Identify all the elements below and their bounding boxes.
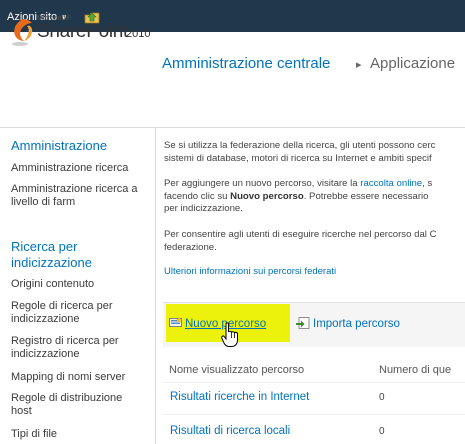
breadcrumb-application[interactable]: Applicazione — [370, 55, 455, 72]
add-location-paragraph: Per aggiungere un nuovo percorso, visita… — [164, 178, 465, 216]
table-row-count: 0 — [379, 392, 385, 403]
para-text: , s — [422, 178, 433, 189]
main-divider — [155, 127, 465, 128]
import-location-icon[interactable] — [296, 317, 310, 329]
intro-paragraph: Se si utilizza la federazione della rice… — [164, 140, 465, 165]
table-divider — [163, 414, 465, 415]
nav-item-search-admin[interactable]: Amministrazione ricerca — [11, 162, 151, 175]
logo-product-text: SharePoint — [37, 21, 129, 42]
nav-heading-crawling[interactable]: Ricerca per indicizzazione — [11, 239, 131, 271]
nav-item-file-types[interactable]: Tipi di file — [11, 428, 151, 441]
vertical-divider — [155, 127, 156, 444]
add-location-line-2: facendo clic su Nuovo percorso. Potrebbe… — [164, 191, 465, 204]
nav-heading-admin[interactable]: Amministrazione — [11, 138, 107, 154]
sharepoint-logo: Microsoft® SharePoint 2010 — [10, 15, 160, 55]
intro-line: Se si utilizza la federazione della rice… — [164, 140, 436, 151]
column-header-display-name[interactable]: Nome visualizzato percorso — [169, 364, 304, 376]
nav-item-host-distribution-rules[interactable]: Regole di distribuzione host — [11, 392, 141, 418]
more-info-link[interactable]: Ulteriori informazioni sui percorsi fede… — [164, 266, 336, 277]
breadcrumb-separator-icon: ▸ — [356, 59, 362, 71]
nav-item-crawl-log[interactable]: Registro di ricerca per indicizzazione — [11, 335, 146, 361]
hand-cursor-icon — [221, 322, 238, 347]
add-location-line-3: per indicizzazione. — [164, 203, 243, 214]
logo-version-text: 2010 — [126, 28, 151, 40]
para-bold-text: Nuovo percorso — [230, 190, 304, 202]
add-location-line-1: Per aggiungere un nuovo percorso, visita… — [164, 178, 465, 191]
table-row-name[interactable]: Risultati di ricerca locali — [170, 425, 290, 437]
para-text: Per aggiungere un nuovo percorso, visita… — [164, 178, 361, 189]
online-gallery-link[interactable]: raccolta online — [360, 178, 422, 189]
nav-item-server-name-mappings[interactable]: Mapping di nomi server — [11, 371, 151, 384]
nav-item-content-sources[interactable]: Origini contenuto — [11, 278, 151, 291]
enable-line: Per consentire agli utenti di eseguire r… — [164, 229, 437, 240]
para-text: facendo clic su — [164, 190, 231, 202]
para-text: . Potrebbe essere necessario — [303, 190, 429, 202]
nav-item-crawl-rules[interactable]: Regole di ricerca per indicizzazione — [11, 300, 136, 326]
new-location-icon[interactable] — [169, 317, 183, 328]
intro-line: sistemi di database, motori di ricerca s… — [164, 152, 432, 164]
enable-search-paragraph: Per consentire agli utenti di eseguire r… — [164, 229, 465, 254]
nav-item-farm-search-admin[interactable]: Amministrazione ricerca a livello di far… — [11, 183, 151, 209]
enable-line: federazione. — [164, 241, 217, 253]
table-divider — [163, 382, 465, 383]
sharepoint-logo-icon — [12, 19, 33, 46]
import-location-button[interactable]: Importa percorso — [313, 318, 400, 330]
column-header-query-count[interactable]: Numero di que — [379, 364, 451, 376]
leftnav-divider — [0, 127, 155, 128]
table-row-count: 0 — [379, 426, 385, 437]
table-row-name[interactable]: Risultati ricerche in Internet — [170, 391, 309, 403]
breadcrumb-central-admin[interactable]: Amministrazione centrale — [162, 55, 330, 72]
